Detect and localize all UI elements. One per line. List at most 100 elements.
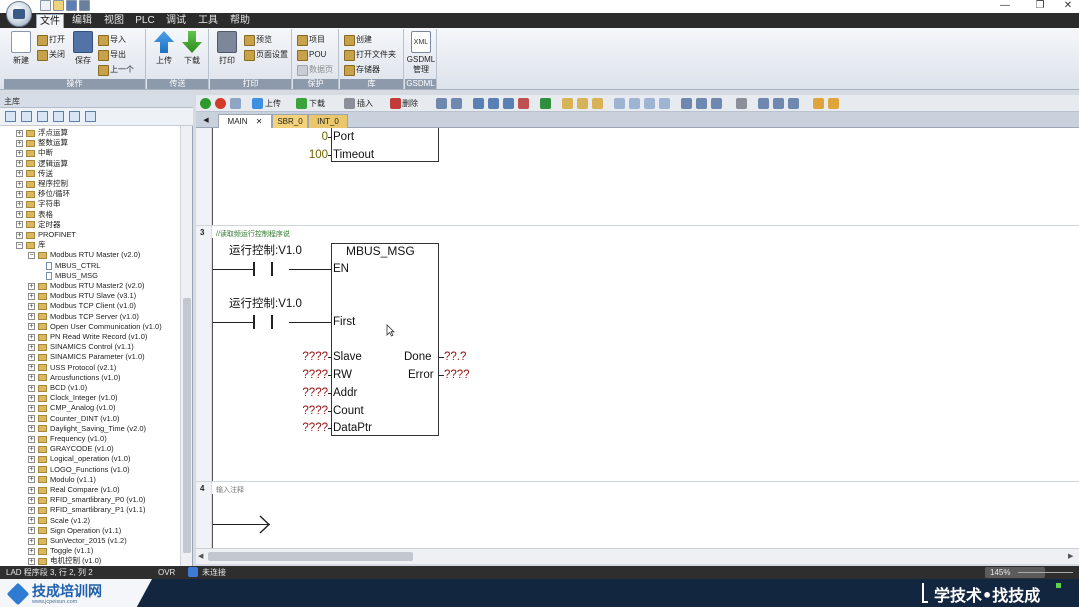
tree-item-folder[interactable]: − Modbus RTU Master (v2.0) — [28, 250, 140, 260]
expand-icon[interactable]: + — [28, 557, 35, 565]
scrollbar-thumb[interactable] — [183, 298, 191, 553]
addr-value[interactable]: ???? — [294, 386, 328, 400]
tree-item-folder[interactable]: + Sign Operation (v1.1) — [28, 526, 121, 536]
expand-icon[interactable]: + — [16, 139, 23, 147]
tree-item-folder[interactable]: + SINAMICS Parameter (v1.0) — [28, 352, 145, 362]
tree-item-instruction[interactable]: MBUS_MSG — [46, 271, 98, 281]
timeout-value[interactable]: 100 — [300, 148, 328, 162]
tree-item-folder[interactable]: + Modbus RTU Slave (v3.1) — [28, 291, 136, 301]
expand-icon[interactable]: + — [28, 415, 35, 423]
ladder-editor[interactable]: 0 Port 100 Timeout 3 //读取频运行控制程序说 MBUS_M… — [196, 128, 1079, 548]
page-setup-button[interactable]: 页面设置 — [244, 48, 288, 61]
contact-label[interactable]: 运行控制:V1.0 — [229, 297, 302, 311]
tree-item-folder[interactable]: + Modulo (v1.1) — [28, 475, 96, 485]
delete-icon[interactable] — [390, 98, 401, 109]
expand-icon[interactable]: + — [28, 486, 35, 494]
tree-item-folder[interactable]: + GRAYCODE (v1.0) — [28, 444, 114, 454]
tree-item-folder[interactable]: + 电机控制 (v1.0) — [28, 556, 101, 566]
gsdml-manage-button[interactable]: XML GSDML 管理 — [406, 31, 436, 75]
tool-icon[interactable] — [828, 98, 839, 109]
tree-item-folder[interactable]: + 定时器 — [16, 220, 61, 230]
rung-comment[interactable]: 输入注释 — [216, 485, 244, 495]
tree-item-folder[interactable]: + 中断 — [16, 148, 53, 158]
scroll-right-icon[interactable]: ▶ — [1068, 552, 1073, 560]
port-value[interactable]: 0 — [310, 130, 328, 144]
print-button[interactable]: 打印 — [212, 31, 242, 66]
tab-tools[interactable]: 工具 — [194, 14, 222, 28]
tree-item-folder[interactable]: + Daylight_Saving_Time (v2.0) — [28, 424, 146, 434]
count-value[interactable]: ???? — [294, 404, 328, 418]
tree-item-folder[interactable]: + 逻辑运算 — [16, 159, 68, 169]
expand-icon[interactable]: + — [28, 445, 35, 453]
tree-item-folder[interactable]: + CMP_Analog (v1.0) — [28, 403, 115, 413]
tab-debug[interactable]: 调试 — [162, 14, 190, 28]
tool-icon[interactable] — [592, 98, 603, 109]
preview-button[interactable]: 预览 — [244, 33, 272, 46]
tool-icon[interactable] — [614, 98, 625, 109]
download-button[interactable]: 下载 — [177, 31, 207, 66]
delete-button[interactable]: 删除 — [402, 98, 418, 109]
close-icon[interactable]: ✕ — [1058, 0, 1078, 12]
expand-icon[interactable]: + — [16, 160, 23, 168]
tree-item-folder[interactable]: + 字符串 — [16, 199, 61, 209]
scroll-left-icon[interactable]: ◀ — [198, 552, 203, 560]
compile-icon[interactable] — [230, 98, 241, 109]
tree-item-folder[interactable]: + RFID_smartlibrary_P0 (v1.0) — [28, 495, 145, 505]
expand-icon[interactable]: + — [16, 190, 23, 198]
expand-icon[interactable]: + — [28, 364, 35, 372]
expand-icon[interactable]: + — [28, 547, 35, 555]
expand-icon[interactable]: + — [28, 323, 35, 331]
memory-button[interactable]: 存储器 — [344, 63, 380, 76]
export-button[interactable]: 导出 — [98, 48, 126, 61]
rw-value[interactable]: ???? — [294, 368, 328, 382]
tree-item-folder[interactable]: + PROFINET — [16, 230, 76, 240]
tree-item-folder[interactable]: + 表格 — [16, 210, 53, 220]
tool-icon[interactable] — [436, 98, 447, 109]
upload-button[interactable]: 上传 — [265, 98, 281, 109]
tool-icon[interactable] — [577, 98, 588, 109]
done-value[interactable]: ??.? — [444, 350, 466, 364]
tab-int0[interactable]: INT_0 — [308, 114, 348, 128]
dataptr-value[interactable]: ???? — [294, 421, 328, 435]
expand-icon[interactable]: + — [16, 129, 23, 137]
application-menu-button[interactable] — [6, 1, 32, 27]
tree-item-folder[interactable]: + Open User Communication (v1.0) — [28, 322, 162, 332]
expand-icon[interactable]: + — [28, 404, 35, 412]
tree-item-folder[interactable]: + Logical_operation (v1.0) — [28, 454, 130, 464]
expand-icon[interactable]: + — [16, 231, 23, 239]
previous-button[interactable]: 上一个 — [98, 63, 134, 76]
tree-item-folder[interactable]: + Toggle (v1.1) — [28, 546, 93, 556]
expand-icon[interactable]: + — [28, 435, 35, 443]
expand-icon[interactable]: + — [16, 170, 23, 178]
tab-help[interactable]: 帮助 — [226, 14, 254, 28]
tool-icon[interactable] — [451, 98, 462, 109]
tool-icon[interactable] — [488, 98, 499, 109]
tab-plc[interactable]: PLC — [132, 14, 158, 28]
page-icon[interactable] — [69, 111, 80, 122]
expand-icon[interactable]: + — [28, 466, 35, 474]
insert-button[interactable]: 插入 — [357, 98, 373, 109]
page-icon[interactable] — [37, 111, 48, 122]
tree-item-folder[interactable]: + 浮点运算 — [16, 128, 68, 138]
stop-icon[interactable] — [215, 98, 226, 109]
tool-icon[interactable] — [711, 98, 722, 109]
list-view-icon[interactable] — [21, 111, 32, 122]
expand-icon[interactable]: + — [28, 506, 35, 514]
download-icon[interactable] — [296, 98, 307, 109]
tool-icon[interactable] — [540, 98, 551, 109]
tree-item-folder[interactable]: − 库 — [16, 240, 46, 250]
normally-open-contact[interactable] — [245, 262, 281, 276]
tree-item-folder[interactable]: + Real Compare (v1.0) — [28, 485, 120, 495]
expand-icon[interactable]: + — [28, 353, 35, 361]
expand-icon[interactable]: + — [16, 221, 23, 229]
tool-icon[interactable] — [644, 98, 655, 109]
tree-item-folder[interactable]: + Modbus TCP Client (v1.0) — [28, 301, 136, 311]
expand-icon[interactable]: + — [28, 292, 35, 300]
tree-item-folder[interactable]: + Modbus TCP Server (v1.0) — [28, 312, 139, 322]
upload-icon[interactable] — [252, 98, 263, 109]
insert-icon[interactable] — [344, 98, 355, 109]
pou-protect-button[interactable]: POU — [297, 48, 326, 61]
rung-comment[interactable]: //读取频运行控制程序说 — [216, 229, 290, 239]
tool-icon[interactable] — [629, 98, 640, 109]
upload-button[interactable]: 上传 — [149, 31, 179, 66]
